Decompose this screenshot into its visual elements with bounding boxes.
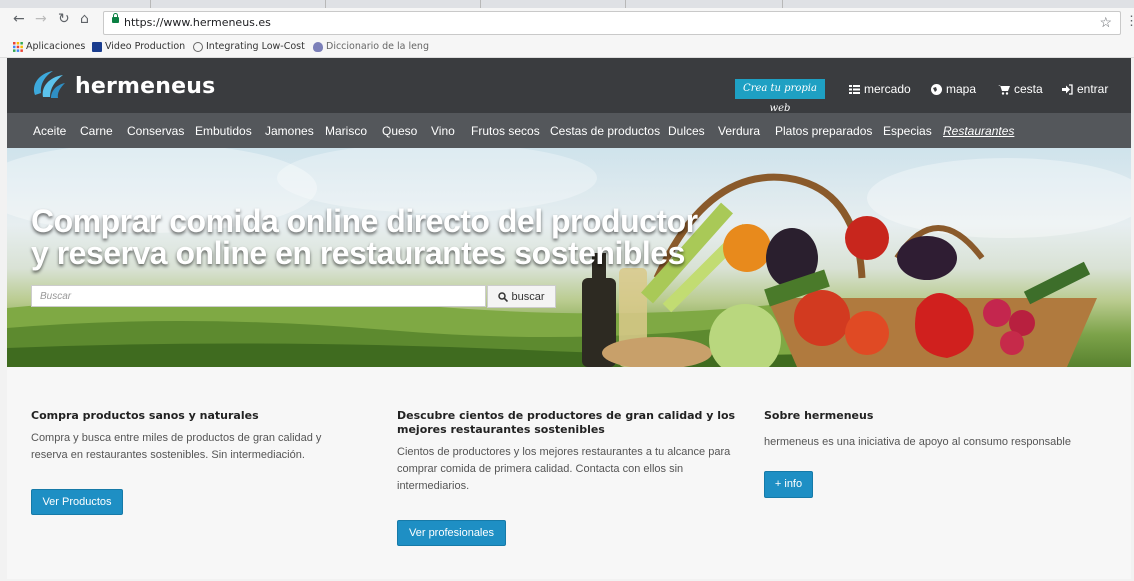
nav-mapa[interactable]: mapa: [931, 82, 976, 96]
feature-text: Compra y busca entre miles de productos …: [31, 432, 322, 461]
feature-text: Cientos de productores y los mejores res…: [397, 446, 731, 492]
search-button[interactable]: buscar: [487, 285, 556, 308]
apps-grid-icon: [13, 41, 23, 52]
nav-label: entrar: [1077, 82, 1109, 96]
category-embutidos[interactable]: Embutidos: [195, 124, 252, 138]
category-especias[interactable]: Especias: [883, 124, 932, 138]
feature-producers: Descubre cientos de productores de gran …: [397, 409, 747, 495]
bookmark-label: Video Production: [105, 41, 186, 52]
browser-menu-icon[interactable]: ⋮: [1125, 14, 1134, 27]
tab-divider: [480, 0, 481, 8]
tab-strip: [0, 0, 1134, 8]
hero-headline-line2: y reserva online en restaurantes sosteni…: [31, 235, 685, 271]
tab-divider: [325, 0, 326, 8]
reload-icon[interactable]: ↻: [58, 12, 70, 26]
create-website-badge[interactable]: Crea tu propia web: [735, 79, 825, 114]
category-frutos-secos[interactable]: Frutos secos: [471, 124, 540, 138]
bookmark-diccionario[interactable]: Diccionario de la leng: [313, 41, 429, 52]
hermeneus-logo-icon[interactable]: [29, 67, 67, 101]
lock-icon: [112, 13, 119, 23]
category-cestas[interactable]: Cestas de productos: [550, 124, 660, 138]
nav-mercado[interactable]: mercado: [849, 82, 911, 96]
category-restaurantes[interactable]: Restaurantes: [943, 124, 1014, 138]
bookmark-integrating[interactable]: Integrating Low-Cost: [193, 41, 305, 52]
search-icon: [498, 291, 509, 302]
nav-label: mercado: [864, 82, 911, 96]
category-platos-preparados[interactable]: Platos preparados: [775, 124, 872, 138]
back-icon[interactable]: ←: [13, 12, 25, 26]
feature-title: Compra productos sanos y naturales: [31, 409, 259, 422]
cart-icon: [998, 84, 1010, 95]
nav-entrar[interactable]: entrar: [1062, 82, 1108, 96]
hero-headline-line1: Comprar comida online directo del produc…: [31, 203, 698, 239]
category-nav: Aceite Carne Conservas Embutidos Jamones…: [7, 113, 1131, 148]
search-button-label: buscar: [511, 290, 545, 303]
bookmark-video-production[interactable]: Video Production: [92, 41, 185, 52]
logo-text[interactable]: hermeneus: [75, 74, 215, 99]
star-icon[interactable]: ☆: [1099, 14, 1112, 31]
dictionary-favicon-icon: [313, 41, 323, 52]
wordpress-icon: [193, 41, 203, 52]
ver-productos-button[interactable]: Ver Productos: [31, 489, 123, 515]
nav-label: mapa: [946, 82, 977, 96]
feature-about: Sobre hermeneus hermeneus es una iniciat…: [764, 409, 1094, 451]
video-favicon-icon: [92, 41, 102, 52]
feature-title: Sobre hermeneus: [764, 409, 874, 422]
home-icon[interactable]: ⌂: [80, 12, 89, 26]
bookmark-apps[interactable]: Aplicaciones: [13, 41, 85, 52]
hero-headline: Comprar comida online directo del produc…: [31, 205, 698, 269]
tab-divider: [782, 0, 783, 8]
hero-banner: Comprar comida online directo del produc…: [7, 148, 1131, 367]
bookmarks-bar: Aplicaciones Video Production Integratin…: [0, 38, 1134, 58]
feature-text: hermeneus es una iniciativa de apoyo al …: [764, 436, 1071, 448]
category-carne[interactable]: Carne: [80, 124, 113, 138]
ver-profesionales-button[interactable]: Ver profesionales: [397, 520, 506, 546]
category-verdura[interactable]: Verdura: [718, 124, 760, 138]
category-conservas[interactable]: Conservas: [127, 124, 184, 138]
grid-icon: [849, 84, 860, 94]
search-input[interactable]: Buscar: [31, 285, 486, 307]
category-vino[interactable]: Vino: [431, 124, 455, 138]
website: hermeneus Crea tu propia web mercado map…: [7, 58, 1131, 579]
tab-divider: [625, 0, 626, 8]
nav-label: cesta: [1014, 82, 1043, 96]
login-icon: [1062, 83, 1073, 95]
feature-products: Compra productos sanos y naturales Compr…: [31, 409, 351, 464]
bookmark-label: Aplicaciones: [26, 41, 86, 52]
site-header: hermeneus Crea tu propia web mercado map…: [7, 58, 1131, 114]
forward-icon[interactable]: →: [35, 12, 47, 26]
feature-title: Descubre cientos de productores de gran …: [397, 409, 736, 436]
url-text[interactable]: https://www.hermeneus.es: [124, 16, 271, 29]
category-dulces[interactable]: Dulces: [668, 124, 705, 138]
tab-divider: [150, 0, 151, 8]
url-field[interactable]: https://www.hermeneus.es ☆: [103, 11, 1121, 35]
category-marisco[interactable]: Marisco: [325, 124, 367, 138]
category-aceite[interactable]: Aceite: [33, 124, 66, 138]
features-section: Compra productos sanos y naturales Compr…: [7, 367, 1131, 579]
category-queso[interactable]: Queso: [382, 124, 417, 138]
info-button[interactable]: + info: [764, 471, 813, 498]
bookmark-label: Integrating Low-Cost: [206, 41, 305, 52]
globe-icon: [931, 83, 942, 95]
nav-cesta[interactable]: cesta: [998, 82, 1043, 96]
bookmark-label: Diccionario de la leng: [326, 41, 429, 52]
category-jamones[interactable]: Jamones: [265, 124, 314, 138]
